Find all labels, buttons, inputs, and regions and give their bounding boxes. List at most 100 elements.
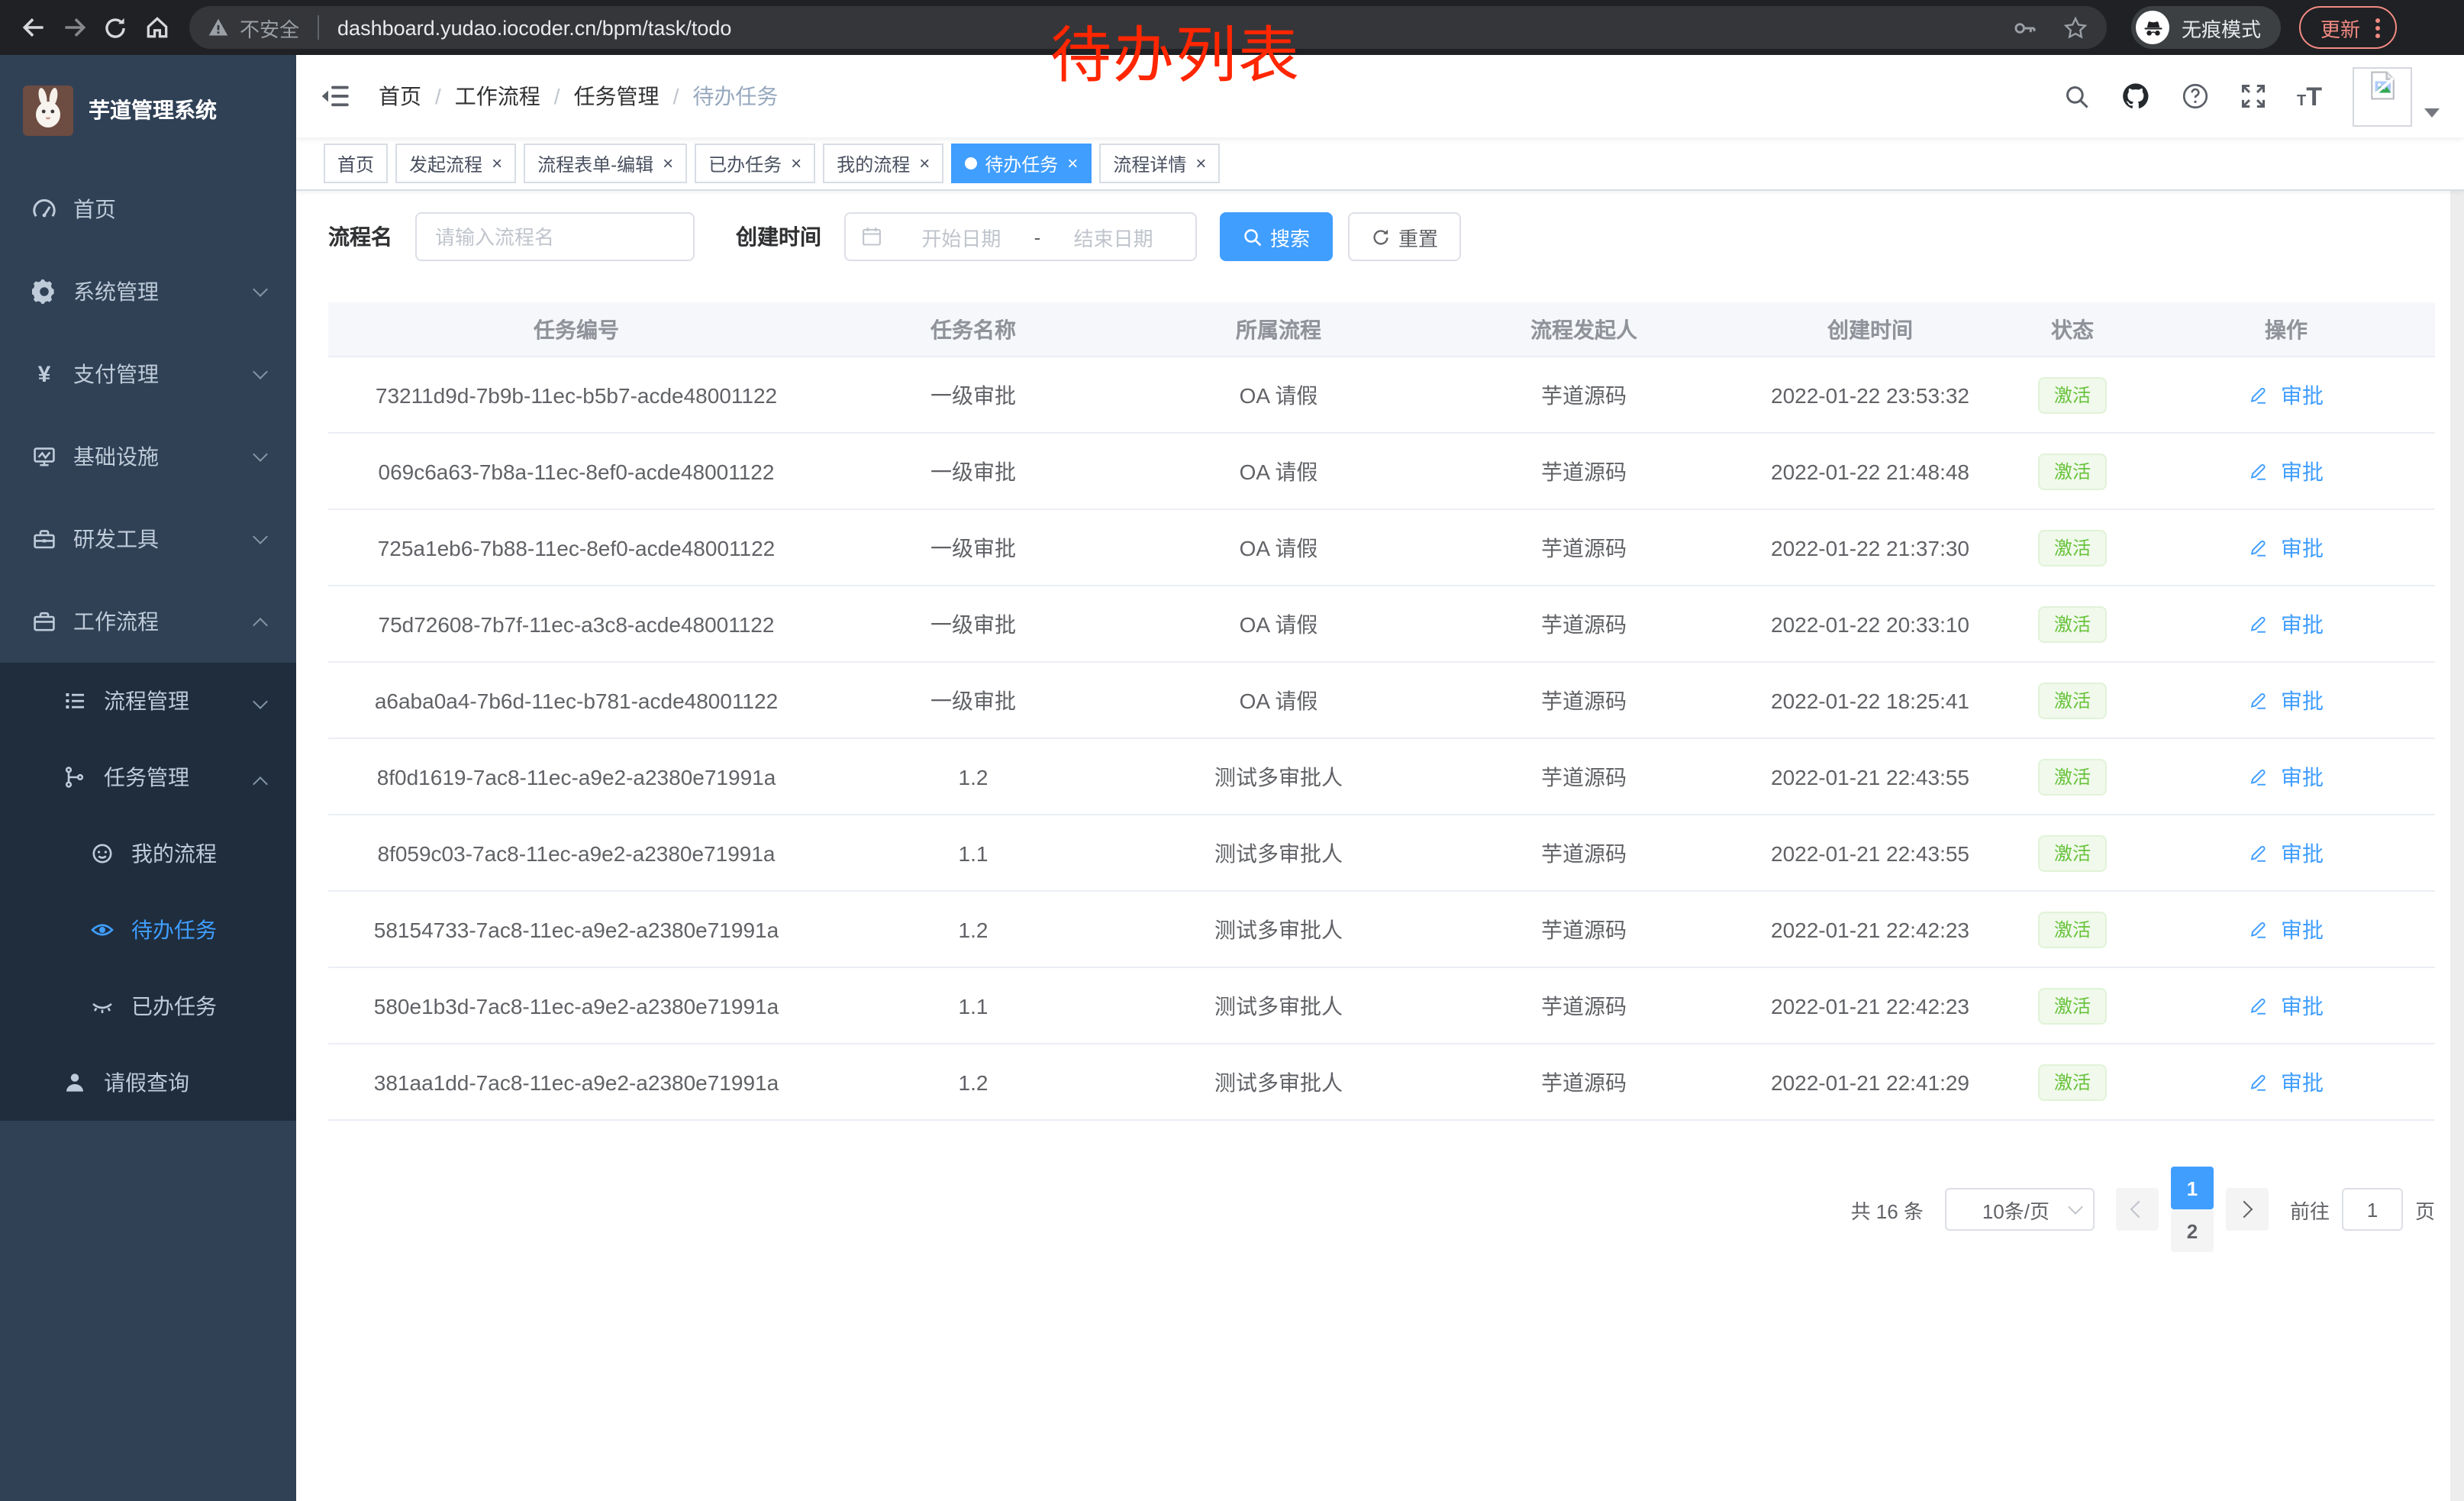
table-cell: 8f059c03-7ac8-11ec-a9e2-a2380e71991a <box>328 841 824 865</box>
security-label[interactable]: 不安全 <box>240 13 299 42</box>
table-cell: 一级审批 <box>824 379 1122 410</box>
status-badge: 激活 <box>2039 682 2106 718</box>
prev-page-button[interactable] <box>2116 1188 2159 1231</box>
tab-home[interactable]: 首页 <box>324 144 388 183</box>
sidebar-item-system[interactable]: 系统管理 <box>0 250 296 333</box>
approve-link[interactable]: 审批 <box>2249 914 2324 944</box>
sidebar-item-infrastructure[interactable]: 基础设施 <box>0 415 296 498</box>
start-date-placeholder[interactable]: 开始日期 <box>895 222 1028 251</box>
sidebar-item-todo-task[interactable]: 待办任务 <box>0 892 296 968</box>
status-badge: 激活 <box>2039 529 2106 566</box>
sidebar-collapse-button[interactable] <box>314 81 357 111</box>
next-page-button[interactable] <box>2226 1188 2269 1231</box>
table-cell: 芋道源码 <box>1435 761 1733 792</box>
header-search-button[interactable] <box>2063 83 2089 109</box>
page-content: 流程名 创建时间 开始日期 - 结束日期 搜索 <box>296 191 2464 1252</box>
approve-link[interactable]: 审批 <box>2249 1067 2324 1097</box>
approve-link[interactable]: 审批 <box>2249 608 2324 639</box>
fullscreen-button[interactable] <box>2239 82 2266 110</box>
tab-close-icon[interactable]: × <box>1067 154 1078 173</box>
table-cell: 1.2 <box>824 917 1122 941</box>
url-text[interactable]: dashboard.yudao.iocoder.cn/bpm/task/todo <box>337 16 731 39</box>
page-button-1[interactable]: 1 <box>2171 1167 2214 1209</box>
tab-start-process[interactable]: 发起流程× <box>395 144 516 183</box>
tab-close-icon[interactable]: × <box>1195 154 1206 173</box>
table-cell-action: 审批 <box>2137 838 2435 868</box>
table-cell: OA 请假 <box>1122 532 1435 563</box>
approve-link[interactable]: 审批 <box>2249 761 2324 792</box>
approve-link[interactable]: 审批 <box>2249 990 2324 1021</box>
table-cell: OA 请假 <box>1122 456 1435 486</box>
sidebar-item-workflow[interactable]: 工作流程 <box>0 580 296 663</box>
sidebar-item-label: 工作流程 <box>73 606 159 637</box>
search-button[interactable]: 搜索 <box>1220 212 1333 261</box>
browser-reload-button[interactable] <box>95 7 136 48</box>
sidebar-logo[interactable]: 芋道管理系统 <box>0 55 296 150</box>
page-size-select[interactable]: 10条/页 <box>1945 1188 2095 1231</box>
tab-close-icon[interactable]: × <box>492 154 502 173</box>
breadcrumb-item[interactable]: 工作流程 <box>455 81 540 111</box>
sidebar-item-label: 流程管理 <box>104 686 189 716</box>
chevron-down-icon <box>253 694 268 709</box>
reset-button[interactable]: 重置 <box>1348 212 1461 261</box>
browser-update-button[interactable]: 更新 <box>2299 6 2397 49</box>
tab-close-icon[interactable]: × <box>919 154 930 173</box>
status-badge: 激活 <box>2039 1064 2106 1100</box>
approve-link[interactable]: 审批 <box>2249 456 2324 486</box>
table-cell: 1.1 <box>824 841 1122 865</box>
password-key-button[interactable] <box>2012 15 2038 40</box>
tab-close-icon[interactable]: × <box>791 154 801 173</box>
breadcrumb-item[interactable]: 首页 <box>379 81 421 111</box>
search-button-icon <box>1243 227 1263 247</box>
github-link[interactable] <box>2120 81 2150 111</box>
tab-todo-task[interactable]: 待办任务× <box>951 144 1092 183</box>
breadcrumb-item[interactable]: 任务管理 <box>574 81 660 111</box>
approve-link-label: 审批 <box>2281 379 2324 410</box>
help-button[interactable] <box>2181 82 2208 110</box>
breadcrumb-item: 待办任务 <box>692 81 778 111</box>
sidebar-item-process-mgmt[interactable]: 流程管理 <box>0 663 296 739</box>
pagination: 共 16 条 10条/页 12 前往 页 <box>328 1167 2435 1252</box>
end-date-placeholder[interactable]: 结束日期 <box>1047 222 1180 251</box>
table-cell-action: 审批 <box>2137 379 2435 410</box>
sidebar-item-my-process[interactable]: 我的流程 <box>0 815 296 892</box>
browser-back-button[interactable] <box>12 7 53 48</box>
tab-close-icon[interactable]: × <box>663 154 673 173</box>
forward-icon <box>60 14 88 41</box>
jump-page-input[interactable] <box>2342 1188 2403 1231</box>
tab-my-process[interactable]: 我的流程× <box>823 144 943 183</box>
table-cell: 一级审批 <box>824 608 1122 639</box>
incognito-label: 无痕模式 <box>2182 13 2261 42</box>
table-row: 725a1eb6-7b88-11ec-8ef0-acde48001122一级审批… <box>328 510 2435 586</box>
font-size-button[interactable]: TT <box>2297 83 2322 109</box>
browser-scrollbar[interactable] <box>2450 55 2464 1501</box>
sidebar-item-home[interactable]: 首页 <box>0 168 296 250</box>
sidebar-item-payment[interactable]: ¥支付管理 <box>0 333 296 415</box>
approve-link[interactable]: 审批 <box>2249 838 2324 868</box>
table-row: 75d72608-7b7f-11ec-a3c8-acde48001122一级审批… <box>328 586 2435 663</box>
bookmark-star-button[interactable] <box>2062 15 2088 40</box>
table-cell: 一级审批 <box>824 532 1122 563</box>
page-button-2[interactable]: 2 <box>2171 1209 2214 1252</box>
user-avatar[interactable] <box>2353 66 2412 126</box>
browser-forward-button[interactable] <box>53 7 95 48</box>
column-header: 流程发起人 <box>1435 314 1733 344</box>
avatar-caret-down-icon[interactable] <box>2424 108 2440 117</box>
browser-menu-icon[interactable] <box>2375 15 2380 40</box>
tab-process-detail[interactable]: 流程详情× <box>1099 144 1220 183</box>
sidebar-item-dev-tools[interactable]: 研发工具 <box>0 498 296 580</box>
update-label[interactable]: 更新 <box>2320 13 2360 42</box>
yen-icon: ¥ <box>31 363 58 386</box>
sidebar-item-leave-query[interactable]: 请假查询 <box>0 1044 296 1121</box>
approve-link[interactable]: 审批 <box>2249 532 2324 563</box>
sidebar-item-done-task[interactable]: 已办任务 <box>0 968 296 1044</box>
process-name-input[interactable] <box>415 212 695 261</box>
browser-home-button[interactable] <box>136 7 177 48</box>
tab-form-edit[interactable]: 流程表单-编辑× <box>524 144 687 183</box>
date-range-picker[interactable]: 开始日期 - 结束日期 <box>844 212 1197 261</box>
tab-done-task[interactable]: 已办任务× <box>695 144 815 183</box>
question-circle-icon <box>2181 82 2208 110</box>
sidebar-item-task-mgmt[interactable]: 任务管理 <box>0 739 296 815</box>
approve-link[interactable]: 审批 <box>2249 685 2324 715</box>
approve-link[interactable]: 审批 <box>2249 379 2324 410</box>
